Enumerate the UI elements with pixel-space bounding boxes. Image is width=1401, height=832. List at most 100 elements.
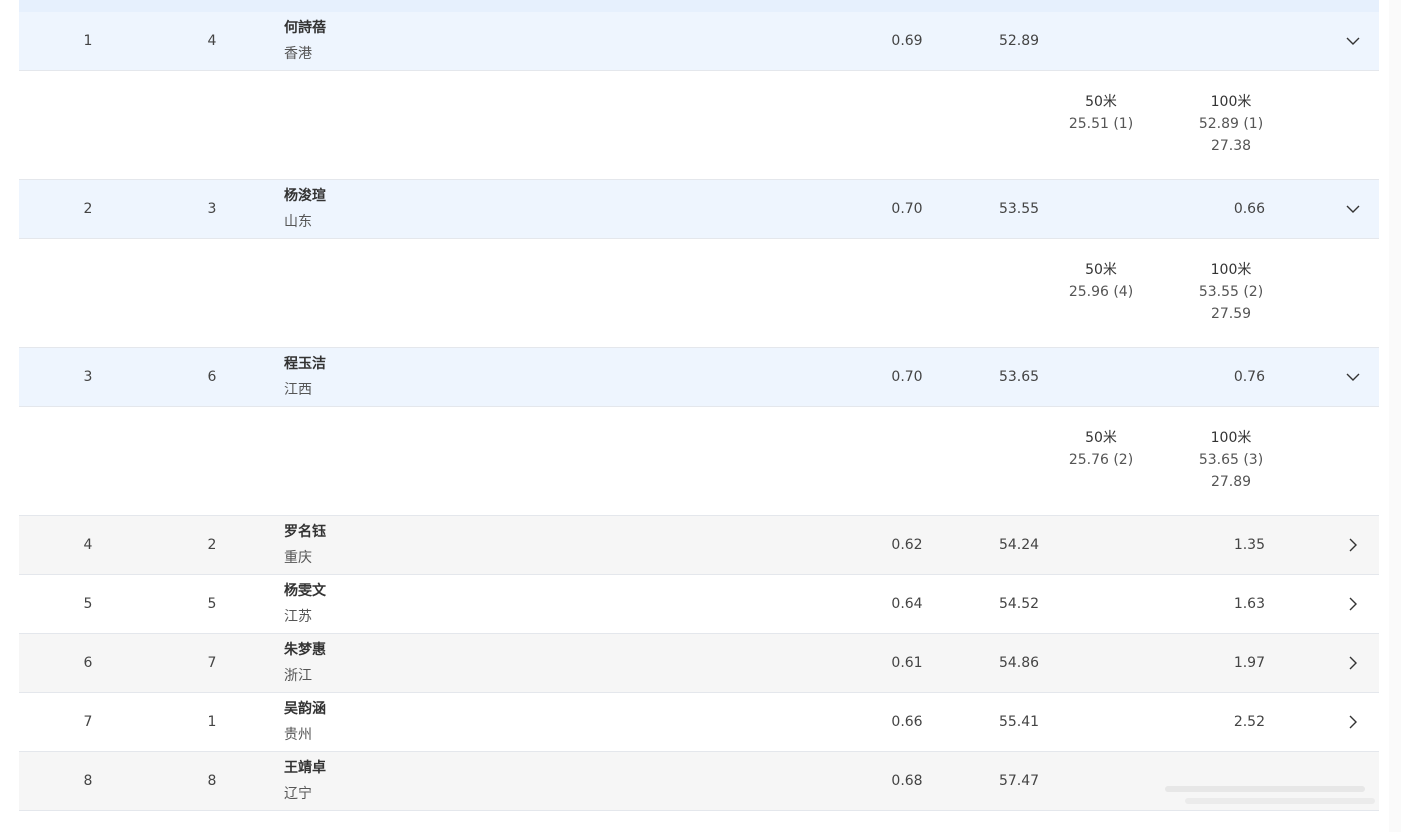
time-behind-cell: 1.97 (1233, 655, 1265, 671)
reaction-time-cell: 0.62 (891, 537, 923, 553)
collapse-row-button[interactable] (1335, 12, 1371, 70)
athlete-cell: 吴韵涵 贵州 (284, 693, 326, 751)
result-time-cell: 53.65 (998, 369, 1040, 385)
split-1: 50米 25.76 (2) (1065, 427, 1137, 471)
split-label: 50米 (1085, 94, 1117, 110)
rank-cell: 5 (83, 596, 93, 612)
reaction-time-cell: 0.64 (891, 596, 923, 612)
split-2: 100米 52.89 (1) 27.38 (1195, 91, 1267, 157)
chevron-down-icon (1346, 37, 1360, 45)
athlete-team: 香港 (284, 46, 312, 62)
split-1: 50米 25.51 (1) (1065, 91, 1137, 135)
reaction-time-cell: 0.66 (891, 714, 923, 730)
athlete-cell: 王靖卓 辽宁 (284, 752, 326, 810)
table-row[interactable]: 2 3 杨浚瑄山东 0.70 53.55 0.66 (19, 180, 1379, 239)
collapse-row-button[interactable] (1335, 348, 1371, 406)
athlete-name: 王靖卓 (284, 760, 326, 776)
athlete-cell: 程玉洁 江西 (284, 348, 326, 406)
split-label: 50米 (1085, 430, 1117, 446)
time-behind-cell: 2.52 (1233, 714, 1265, 730)
result-time-cell: 54.24 (998, 537, 1040, 553)
split-1: 50米 25.96 (4) (1065, 259, 1137, 303)
reaction-time-cell: 0.61 (891, 655, 923, 671)
split-value: 27.59 (1210, 306, 1252, 322)
athlete-name: 何詩蓓 (284, 20, 326, 36)
table-row[interactable]: 6 7 朱梦惠 浙江 0.61 54.86 1.97 (19, 634, 1379, 693)
reaction-time-cell: 0.70 (891, 201, 923, 217)
athlete-team: 山东 (284, 214, 312, 230)
chevron-right-icon (1349, 715, 1357, 729)
rank-cell: 2 (83, 201, 93, 217)
time-behind-cell: 1.35 (1233, 537, 1265, 553)
results-rows: 1 4 何詩蓓 香港 0.69 52.89 50米 25.51 (1) 100米 52.89 (1… (19, 12, 1379, 811)
split-2: 100米 53.65 (3) 27.89 (1195, 427, 1267, 493)
athlete-cell: 罗名钰 重庆 (284, 516, 326, 574)
athlete-name: 程玉洁 (284, 356, 326, 372)
athlete-team: 辽宁 (284, 786, 312, 802)
athlete-cell: 朱梦惠 浙江 (284, 634, 326, 692)
lane-cell: 4 (207, 33, 217, 49)
expand-row-button[interactable] (1335, 693, 1371, 751)
table-row[interactable]: 3 6 程玉洁 江西 0.70 53.65 0.76 (19, 348, 1379, 407)
reaction-time-cell: 0.68 (891, 773, 923, 789)
split-value: 53.55 (2) (1198, 284, 1264, 300)
reaction-time-cell: 0.69 (891, 33, 923, 49)
athlete-name: 吴韵涵 (284, 701, 326, 717)
table-row[interactable]: 1 4 何詩蓓 香港 0.69 52.89 (19, 12, 1379, 71)
athlete-team: 江苏 (284, 609, 312, 625)
lane-cell: 7 (207, 655, 217, 671)
athlete-name: 杨雯文 (284, 583, 326, 599)
lane-cell: 3 (207, 201, 217, 217)
split-label: 100米 (1210, 430, 1252, 446)
rank-cell: 4 (83, 537, 93, 553)
time-behind-cell: 0.66 (1233, 201, 1265, 217)
table-header-strip (19, 0, 1379, 12)
expand-row-button[interactable] (1335, 516, 1371, 574)
time-behind-cell (1189, 12, 1265, 70)
rank-cell: 3 (83, 369, 93, 385)
result-time-cell: 54.52 (998, 596, 1040, 612)
result-time-cell: 55.41 (998, 714, 1040, 730)
split-value: 27.89 (1210, 474, 1252, 490)
results-table: 1 4 何詩蓓 香港 0.69 52.89 50米 25.51 (1) 100米 52.89 (1… (19, 0, 1379, 811)
table-row[interactable]: 5 5 杨雯文江苏 0.64 54.52 1.63 (19, 575, 1379, 634)
rank-cell: 7 (83, 714, 93, 730)
split-value: 25.51 (1) (1068, 116, 1134, 132)
split-value: 27.38 (1210, 138, 1252, 154)
split-value: 53.65 (3) (1198, 452, 1264, 468)
chevron-right-icon (1349, 538, 1357, 552)
result-time-cell: 54.86 (998, 655, 1040, 671)
athlete-team: 重庆 (284, 550, 312, 566)
lane-cell: 1 (207, 714, 217, 730)
athlete-cell: 何詩蓓 香港 (284, 12, 326, 70)
collapse-row-button[interactable] (1335, 180, 1371, 238)
split-2: 100米 53.55 (2) 27.59 (1195, 259, 1267, 325)
time-behind-cell: 1.63 (1233, 596, 1265, 612)
reaction-time-cell: 0.70 (891, 369, 923, 385)
chevron-right-icon (1349, 656, 1357, 670)
lane-cell: 8 (207, 773, 217, 789)
chevron-down-icon (1346, 373, 1360, 381)
split-details: 50米 25.51 (1) 100米 52.89 (1) 27.38 (19, 71, 1379, 180)
split-value: 25.96 (4) (1068, 284, 1134, 300)
table-row[interactable]: 7 1 吴韵涵贵州 0.66 55.41 2.52 (19, 693, 1379, 752)
rank-cell: 6 (83, 655, 93, 671)
lane-cell: 5 (207, 596, 217, 612)
page-edge (1389, 0, 1401, 832)
split-label: 100米 (1210, 262, 1252, 278)
athlete-name: 杨浚瑄 (284, 188, 326, 204)
result-time-cell: 53.55 (998, 201, 1040, 217)
lane-cell: 6 (207, 369, 217, 385)
athlete-team: 贵州 (284, 727, 312, 743)
split-value: 52.89 (1) (1198, 116, 1264, 132)
expand-row-button[interactable] (1335, 575, 1371, 633)
rank-cell: 1 (83, 33, 93, 49)
expand-row-button[interactable] (1335, 634, 1371, 692)
lane-cell: 2 (207, 537, 217, 553)
chevron-right-icon (1349, 597, 1357, 611)
split-label: 100米 (1210, 94, 1252, 110)
athlete-team: 江西 (284, 382, 312, 398)
split-value: 25.76 (2) (1068, 452, 1134, 468)
table-row[interactable]: 4 2 罗名钰 重庆 0.62 54.24 1.35 (19, 516, 1379, 575)
split-details: 50米 25.76 (2) 100米 53.65 (3) 27.89 (19, 407, 1379, 516)
